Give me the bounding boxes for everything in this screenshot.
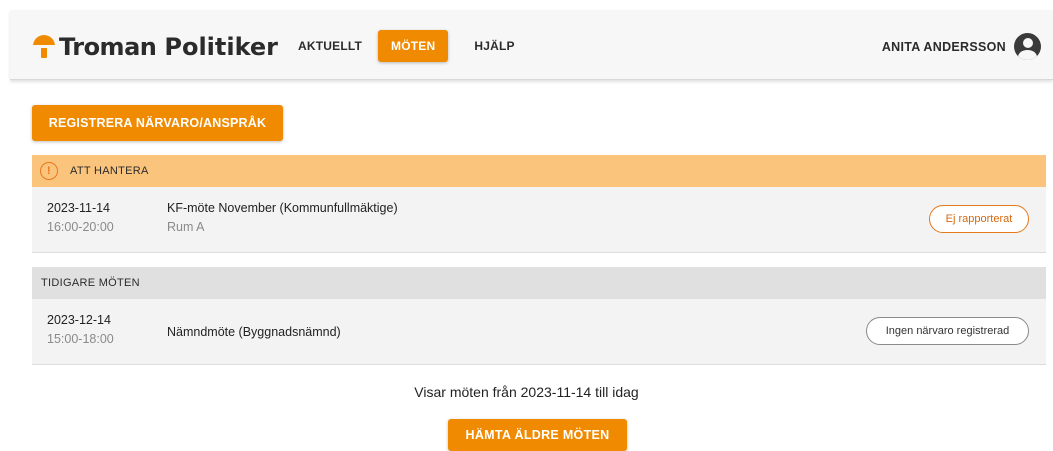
logo-product-text: Politiker <box>164 33 279 61</box>
user-name[interactable]: ANITA ANDERSSON <box>882 40 1006 54</box>
section-title: ATT HANTERA <box>70 165 149 177</box>
register-attendance-button[interactable]: REGISTRERA NÄRVARO/ANSPRÅK <box>32 105 283 141</box>
section-title: TIDIGARE MÖTEN <box>41 277 140 289</box>
troman-logo-icon <box>31 34 57 60</box>
logo-brand-text: Troman <box>59 33 157 61</box>
meeting-time: 16:00-20:00 <box>47 220 114 234</box>
meeting-row[interactable]: 2023-12-14 15:00-18:00 Nämndmöte (Byggna… <box>32 299 1046 365</box>
section-header-tidigare-moten: TIDIGARE MÖTEN <box>32 267 1046 299</box>
meeting-time: 15:00-18:00 <box>47 332 114 346</box>
warning-circle-icon: ! <box>40 162 58 180</box>
user-menu[interactable]: ANITA ANDERSSON <box>882 33 1041 60</box>
section-header-att-hantera: ! ATT HANTERA <box>32 155 1046 187</box>
status-badge-ej-rapporterat[interactable]: Ej rapporterat <box>929 205 1029 233</box>
status-badge-ingen-narvaro[interactable]: Ingen närvaro registrerad <box>866 317 1029 345</box>
meeting-room: Rum A <box>167 220 205 234</box>
meeting-row[interactable]: 2023-11-14 16:00-20:00 KF-möte November … <box>32 187 1046 253</box>
nav-item-moten[interactable]: MÖTEN <box>378 30 449 62</box>
meeting-date: 2023-11-14 <box>47 201 111 215</box>
meeting-date: 2023-12-14 <box>47 313 111 327</box>
meeting-title[interactable]: KF-möte November (Kommunfullmäktige) <box>167 201 398 215</box>
nav-item-aktuellt[interactable]: AKTUELLT <box>288 30 372 62</box>
fetch-older-meetings-button[interactable]: HÄMTA ÄLDRE MÖTEN <box>448 419 627 451</box>
account-circle-icon[interactable] <box>1014 33 1041 60</box>
date-range-info: Visar möten från 2023-11-14 till idag <box>414 384 639 400</box>
top-navigation-bar: Troman Politiker AKTUELLT MÖTEN HJÄLP AN… <box>10 10 1053 80</box>
meeting-title[interactable]: Nämndmöte (Byggnadsnämnd) <box>167 325 341 339</box>
nav-item-hjalp[interactable]: HJÄLP <box>464 30 524 62</box>
main-nav: AKTUELLT MÖTEN HJÄLP <box>288 30 531 62</box>
app-logo[interactable]: Troman Politiker <box>31 32 278 62</box>
